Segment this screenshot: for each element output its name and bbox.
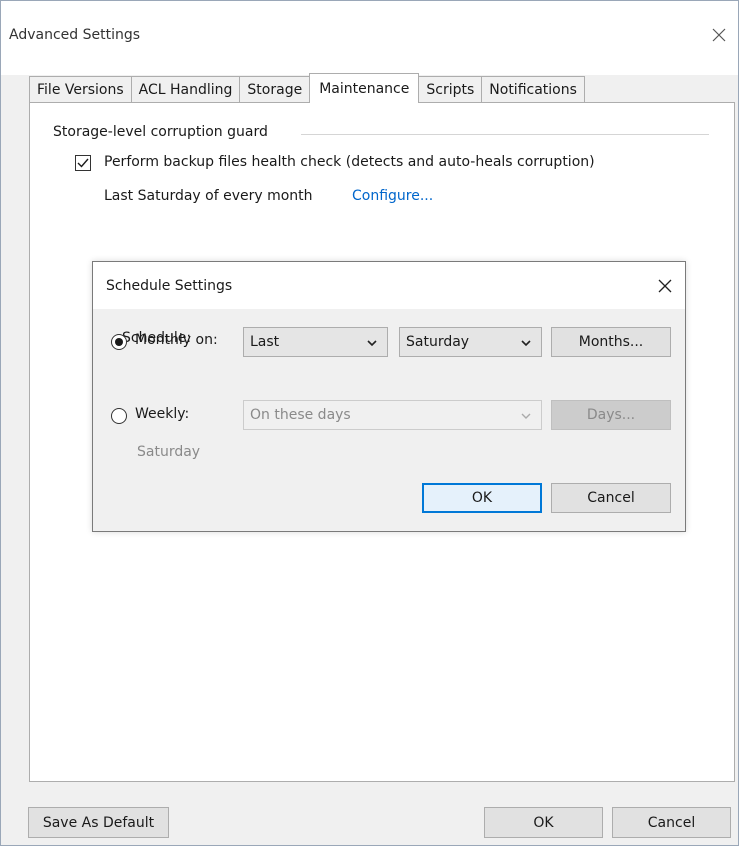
months-button[interactable]: Months... [551,327,671,357]
ok-button[interactable]: OK [484,807,603,838]
weekly-summary: Saturday [137,444,201,460]
tab-storage[interactable]: Storage [239,76,311,103]
week-select-value: Last [250,334,280,350]
tab-notifications[interactable]: Notifications [481,76,585,103]
chevron-down-icon [521,413,531,419]
tab-strip: File Versions ACL Handling Storage Maint… [29,73,585,103]
tab-acl-handling[interactable]: ACL Handling [130,76,241,103]
weekly-days-value: On these days [250,407,351,423]
advanced-settings-window: Advanced Settings File Versions ACL Hand… [0,0,739,846]
dialog-ok-button[interactable]: OK [422,483,542,513]
window-titlebar: Advanced Settings [1,1,738,75]
chevron-down-icon [521,340,531,347]
save-as-default-button[interactable]: Save As Default [28,807,169,838]
dialog-cancel-button[interactable]: Cancel [551,483,671,513]
day-select-value: Saturday [406,334,470,350]
close-icon[interactable] [653,274,677,298]
monthly-label[interactable]: Monthly on: [135,332,218,348]
weekly-days-select[interactable]: On these days [243,400,542,430]
health-check-checkbox[interactable] [75,155,91,171]
week-select[interactable]: Last [243,327,388,357]
schedule-settings-dialog: Schedule Settings Schedule: Monthly on: … [92,261,686,532]
days-button[interactable]: Days... [551,400,671,430]
weekly-radio[interactable] [111,408,127,424]
dialog-titlebar: Schedule Settings [93,262,685,309]
weekly-label[interactable]: Weekly: [135,406,189,422]
group-divider [301,134,709,135]
dialog-title: Schedule Settings [106,278,233,294]
schedule-summary: Last Saturday of every month [104,188,313,204]
cancel-button[interactable]: Cancel [612,807,731,838]
close-icon[interactable] [706,23,732,47]
chevron-down-icon [367,340,377,347]
group-label-corruption-guard: Storage-level corruption guard [53,124,274,140]
tab-file-versions[interactable]: File Versions [29,76,132,103]
configure-link[interactable]: Configure... [352,188,433,204]
tab-scripts[interactable]: Scripts [418,76,483,103]
day-select[interactable]: Saturday [399,327,542,357]
health-check-label[interactable]: Perform backup files health check (detec… [104,154,595,170]
tab-maintenance[interactable]: Maintenance [309,73,420,103]
monthly-radio[interactable] [111,334,127,350]
checkmark-icon [77,158,89,168]
window-title: Advanced Settings [9,27,141,43]
